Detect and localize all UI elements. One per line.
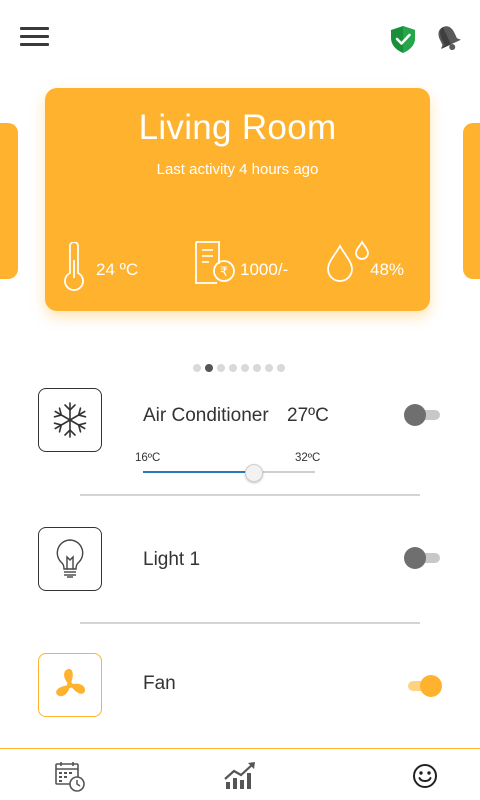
- fan-name: Fan: [143, 673, 176, 694]
- slider-thumb[interactable]: [245, 464, 263, 482]
- room-title: Living Room: [138, 108, 337, 147]
- schedule-nav-button[interactable]: [50, 758, 90, 794]
- snowflake-icon: [53, 402, 87, 438]
- carousel-dot[interactable]: [241, 364, 249, 372]
- ac-temperature-slider[interactable]: [143, 460, 315, 484]
- fan-device-tile[interactable]: [38, 653, 102, 717]
- carousel-dot[interactable]: [217, 364, 225, 372]
- temperature-value: 24 ºC: [96, 260, 139, 279]
- fan-power-toggle[interactable]: [404, 674, 442, 698]
- next-room-card[interactable]: [463, 123, 480, 279]
- light-bulb-icon: [56, 539, 84, 578]
- smiley-icon: [413, 764, 437, 788]
- divider: [80, 622, 420, 624]
- carousel-dot[interactable]: [253, 364, 261, 372]
- hamburger-menu-icon[interactable]: [20, 26, 50, 48]
- divider: [80, 494, 420, 496]
- shield-check-icon[interactable]: [388, 24, 418, 54]
- bell-icon[interactable]: [432, 22, 464, 54]
- thermometer-icon: [61, 241, 87, 292]
- water-drops-icon: [325, 239, 371, 284]
- carousel-indicator: [193, 364, 293, 372]
- ac-device-tile[interactable]: [38, 388, 102, 452]
- light-power-toggle[interactable]: [404, 546, 442, 570]
- humidity-value: 48%: [370, 260, 405, 279]
- previous-room-card[interactable]: [0, 123, 18, 279]
- light-device-tile[interactable]: [38, 527, 102, 591]
- light-name: Light 1: [143, 549, 201, 570]
- calendar-clock-icon: [55, 762, 85, 792]
- last-activity-text: Last activity 4 hours ago: [156, 161, 319, 178]
- analytics-nav-button[interactable]: [220, 758, 260, 794]
- ac-power-toggle[interactable]: [404, 403, 442, 427]
- room-card[interactable]: Living Room Last activity 4 hours ago 24…: [45, 88, 430, 311]
- bill-rupee-icon: ₹: [193, 240, 237, 286]
- carousel-dot[interactable]: [193, 364, 201, 372]
- svg-text:₹: ₹: [220, 265, 228, 280]
- carousel-dot[interactable]: [265, 364, 273, 372]
- bill-value: 1000/-: [240, 260, 289, 279]
- ac-temperature: 27ºC: [287, 405, 329, 426]
- chart-trend-icon: [224, 762, 255, 789]
- ac-name: Air Conditioner: [143, 405, 269, 426]
- mood-nav-button[interactable]: [405, 758, 445, 794]
- bottom-nav-border: [0, 748, 480, 749]
- fan-icon: [56, 668, 85, 697]
- carousel-dot-active[interactable]: [205, 364, 213, 372]
- carousel-dot[interactable]: [277, 364, 285, 372]
- carousel-dot[interactable]: [229, 364, 237, 372]
